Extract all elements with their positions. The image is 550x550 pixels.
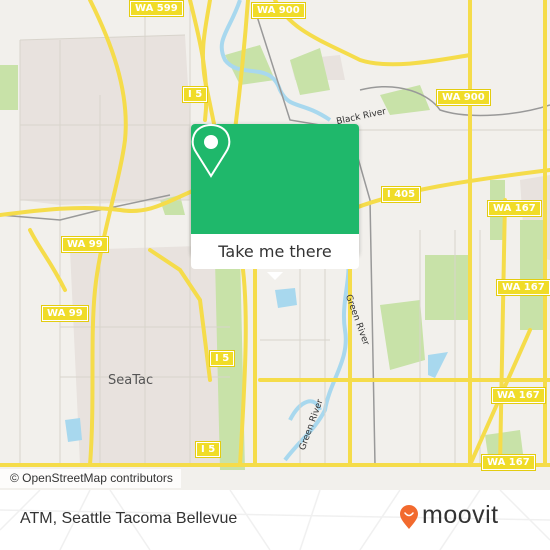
road-shield-wa167: WA 167 <box>491 387 546 404</box>
road-shield-wa167: WA 167 <box>496 279 550 296</box>
popup-header <box>191 124 359 234</box>
location-popup: Take me there <box>191 124 359 280</box>
location-title: ATM, Seattle Tacoma Bellevue <box>20 510 238 527</box>
moovit-pin-icon <box>400 504 418 529</box>
road-shield-wa167: WA 167 <box>481 454 536 471</box>
place-label-seatac: SeaTac <box>108 373 154 388</box>
road-shield-wa900: WA 900 <box>251 2 306 19</box>
map[interactable]: SeaTac Black River Green River Green Riv… <box>0 0 550 490</box>
road-shield-i5: I 5 <box>194 441 222 458</box>
road-shield-i5: I 5 <box>181 86 209 103</box>
take-me-there-button[interactable]: Take me there <box>191 234 359 269</box>
moovit-logo[interactable]: moovit <box>399 501 499 530</box>
road-shield-wa99: WA 99 <box>41 305 89 322</box>
footer: ATM, Seattle Tacoma Bellevue moovit <box>0 490 550 550</box>
road-shield-wa900: WA 900 <box>436 89 491 106</box>
map-pin-icon <box>191 124 231 178</box>
road-shield-wa99: WA 99 <box>61 236 109 253</box>
moovit-logo-text: moovit <box>422 501 499 529</box>
popup-pointer <box>267 272 283 280</box>
road-shield-wa167: WA 167 <box>487 200 542 217</box>
road-shield-i405: I 405 <box>380 186 422 203</box>
road-shield-wa599: WA 599 <box>129 0 184 17</box>
map-attribution[interactable]: © OpenStreetMap contributors <box>0 469 181 488</box>
road-shield-i5: I 5 <box>208 350 236 367</box>
